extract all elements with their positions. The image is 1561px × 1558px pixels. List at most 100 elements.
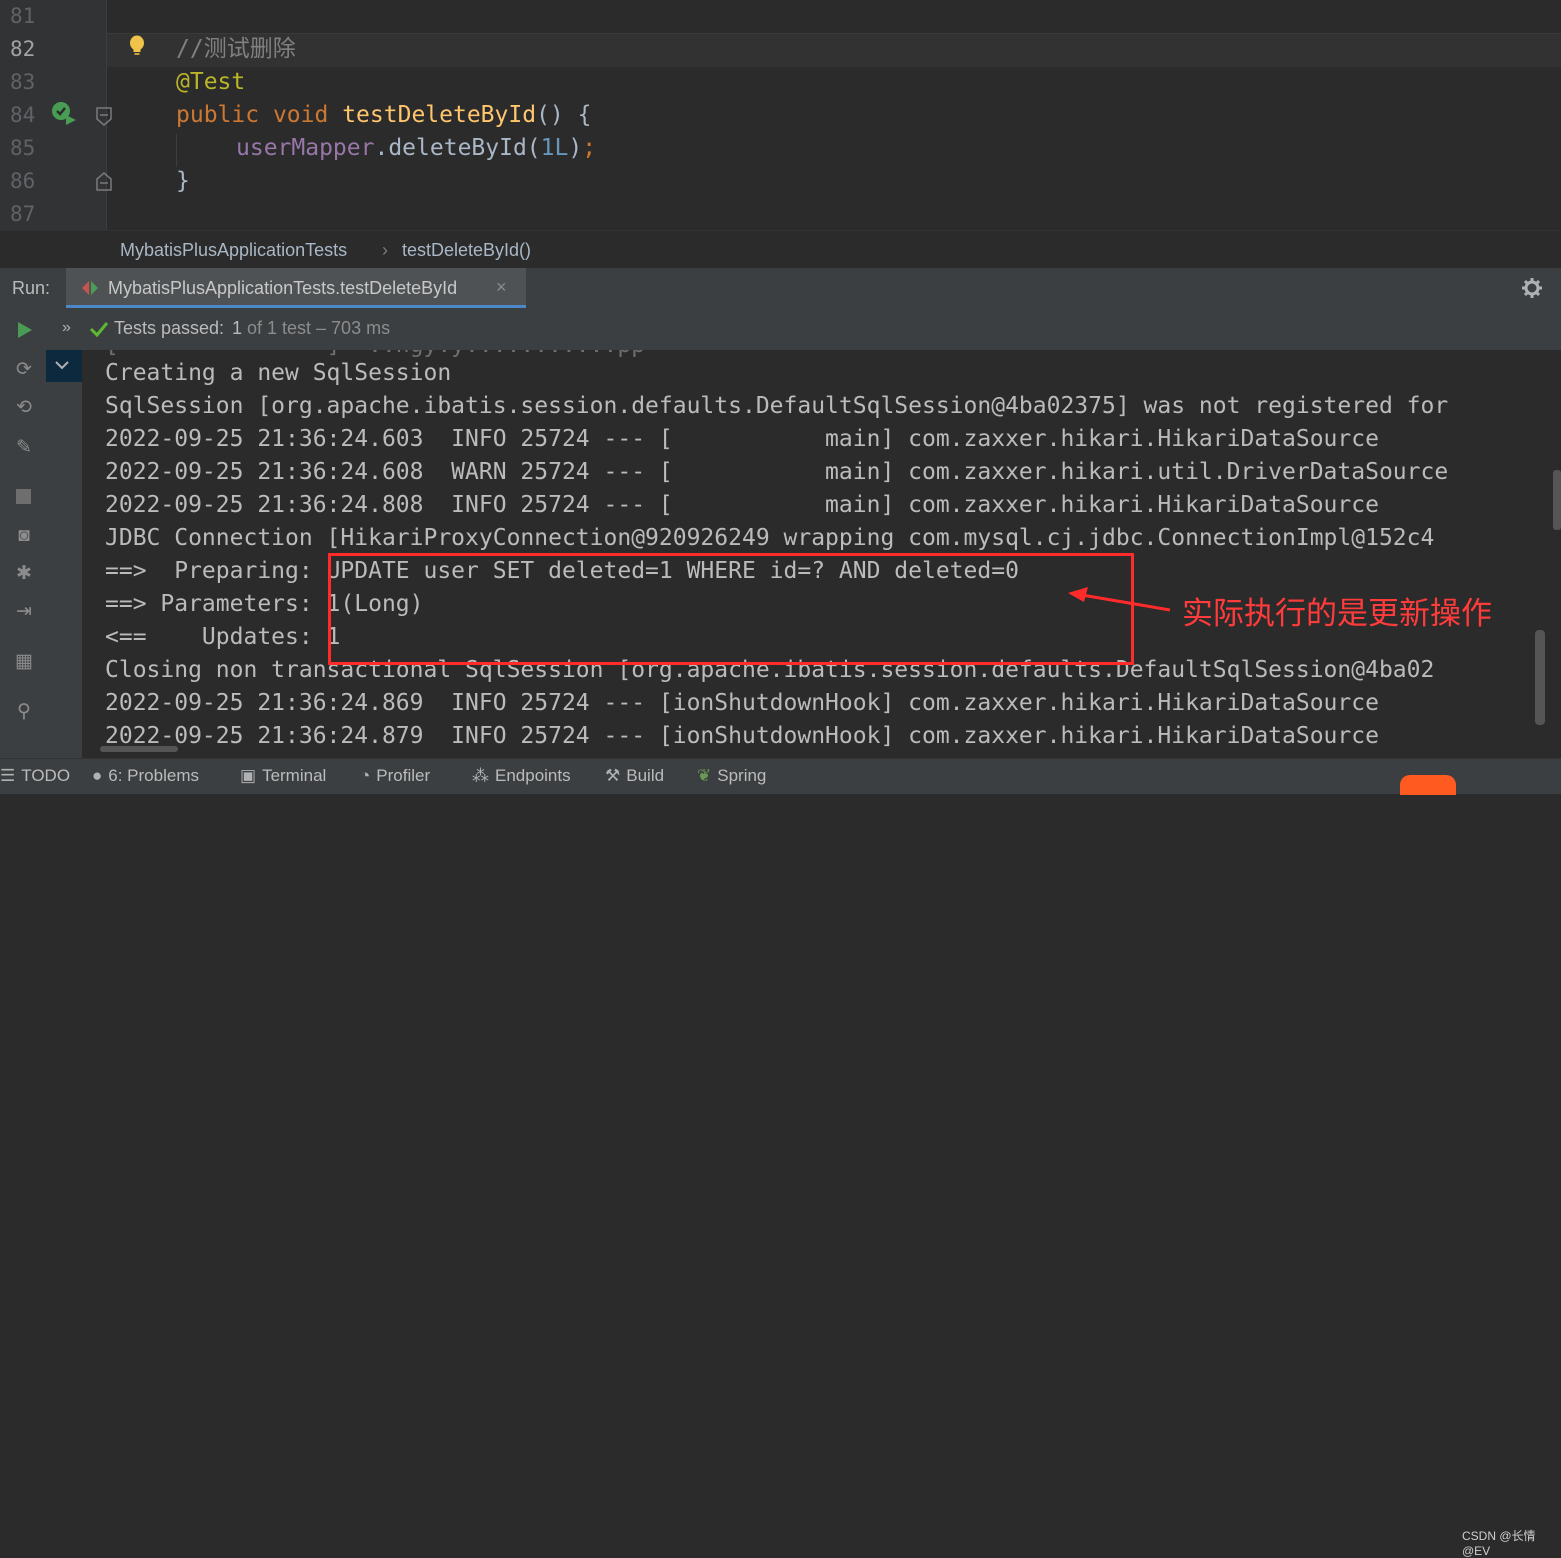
indent-guide bbox=[176, 134, 177, 167]
code-line-82: //测试删除 bbox=[176, 33, 296, 66]
fold-marker-icon[interactable] bbox=[95, 106, 115, 128]
code-annotation: @Test bbox=[176, 69, 246, 95]
run-label: Run: bbox=[12, 278, 51, 298]
run-test-gutter-icon[interactable] bbox=[50, 100, 78, 126]
endpoints-icon: ⁂ bbox=[472, 766, 489, 785]
line-number: 84 bbox=[10, 103, 36, 127]
ime-logo bbox=[1400, 775, 1456, 795]
console-line: Creating a new SqlSession bbox=[105, 360, 452, 386]
pin-icon[interactable]: ⚲ bbox=[12, 700, 36, 724]
run-tool-window-header: Run: MybatisPlusApplicationTests.testDel… bbox=[0, 268, 1561, 309]
line-number: 81 bbox=[10, 4, 36, 28]
tab-label: TODO bbox=[21, 766, 71, 785]
wrench-icon[interactable]: ✎ bbox=[12, 436, 36, 460]
code-line-84: public void testDeleteById() { bbox=[176, 99, 591, 132]
gear-icon[interactable] bbox=[1521, 277, 1543, 299]
tab-todo[interactable]: ☰ TODO bbox=[0, 766, 70, 786]
console-line: 2022-09-25 21:36:24.869 INFO 25724 --- [… bbox=[105, 690, 1379, 716]
warning-circle-icon: ● bbox=[92, 766, 103, 785]
spring-leaf-icon: ❦ bbox=[697, 766, 712, 785]
line-number: 87 bbox=[10, 202, 36, 226]
close-icon[interactable]: × bbox=[496, 277, 507, 298]
chevron-down-icon[interactable] bbox=[54, 359, 70, 371]
tab-problems[interactable]: ● 6: Problems bbox=[92, 766, 199, 786]
code-keyword: void bbox=[272, 102, 329, 128]
code-editor[interactable]: 81 82 83 84 85 86 87 //测试删除 @Test public… bbox=[0, 0, 1561, 230]
console-line: SqlSession [org.apache.ibatis.session.de… bbox=[105, 393, 1449, 419]
rerun-failed-icon[interactable]: ⟳ bbox=[12, 358, 36, 382]
watermark: CSDN @长情@EV bbox=[1462, 1529, 1536, 1558]
code-keyword: public bbox=[176, 102, 260, 128]
current-line-highlight bbox=[107, 33, 1561, 67]
tab-label: Spring bbox=[717, 766, 767, 785]
check-icon bbox=[89, 322, 109, 338]
annotation-note: 实际执行的是更新操作 bbox=[1182, 596, 1492, 632]
code-semicolon: ; bbox=[582, 135, 597, 161]
line-number: 86 bbox=[10, 169, 36, 193]
console-line: <== Updates: 1 bbox=[105, 624, 341, 650]
highlight-box bbox=[328, 553, 1134, 665]
terminal-icon: ▣ bbox=[240, 766, 257, 785]
code-text: ) bbox=[568, 135, 583, 161]
console-line: JDBC Connection [HikariProxyConnection@9… bbox=[105, 525, 1435, 551]
hammer-icon: ⚒ bbox=[605, 766, 621, 785]
stop-icon[interactable] bbox=[16, 489, 31, 504]
tab-label: Profiler bbox=[376, 766, 431, 785]
tab-endpoints[interactable]: ⁂ Endpoints bbox=[472, 766, 571, 786]
tab-spring[interactable]: ❦ Spring bbox=[697, 766, 766, 786]
console-horizontal-scrollbar[interactable] bbox=[100, 746, 178, 752]
line-number: 85 bbox=[10, 136, 36, 160]
tab-label: Build bbox=[626, 766, 665, 785]
tab-label: Terminal bbox=[262, 766, 327, 785]
run-tab-title: MybatisPlusApplicationTests.testDeleteBy… bbox=[108, 278, 458, 298]
console-right-scroll-thumb[interactable] bbox=[1553, 470, 1561, 530]
import-tests-icon[interactable]: ✱ bbox=[12, 562, 36, 586]
breadcrumb-class[interactable]: MybatisPlusApplicationTests bbox=[120, 240, 347, 261]
run-tab[interactable]: MybatisPlusApplicationTests.testDeleteBy… bbox=[66, 268, 526, 308]
test-config-icon bbox=[82, 281, 98, 295]
code-method-name: testDeleteById bbox=[342, 102, 537, 128]
tests-passed-label: Tests passed: bbox=[114, 318, 225, 338]
code-field: userMapper bbox=[236, 135, 375, 161]
code-line-83: @Test bbox=[176, 66, 245, 99]
tests-passed-detail: of 1 test – 703 ms bbox=[247, 318, 391, 338]
code-line-85: userMapper.deleteById(1L); bbox=[236, 132, 596, 165]
tab-label: 6: Problems bbox=[108, 766, 199, 785]
rerun-icon[interactable] bbox=[15, 320, 35, 340]
console-vertical-scrollbar[interactable] bbox=[1535, 630, 1545, 725]
run-toolbar: ⟳ ⟲ ✎ ◙ ✱ ⇥ ▦ ⚲ bbox=[0, 308, 47, 758]
code-text: } bbox=[176, 168, 190, 194]
editor-gutter: 81 82 83 84 85 86 87 bbox=[0, 0, 112, 230]
fold-end-marker-icon[interactable] bbox=[95, 170, 115, 192]
expand-chevrons-icon[interactable]: » bbox=[62, 319, 71, 337]
bottom-tool-window-bar: ☰ TODO ● 6: Problems ▣ Terminal ◔ Profiler ⁂… bbox=[0, 758, 1561, 1558]
toggle-auto-test-icon[interactable]: ⟲ bbox=[12, 396, 36, 420]
profiler-icon: ◔ bbox=[360, 766, 371, 785]
console-line: 2022-09-25 21:36:24.879 INFO 25724 --- [… bbox=[105, 723, 1379, 749]
line-number: 82 bbox=[10, 37, 36, 61]
tab-build[interactable]: ⚒ Build bbox=[605, 766, 664, 786]
tests-passed-count: 1 bbox=[232, 318, 243, 338]
tab-terminal[interactable]: ▣ Terminal bbox=[240, 766, 326, 786]
code-text: () { bbox=[536, 102, 592, 128]
code-text: .deleteById( bbox=[374, 135, 541, 161]
layout-icon[interactable]: ▦ bbox=[12, 650, 36, 674]
lightbulb-icon[interactable] bbox=[128, 34, 148, 60]
line-number: 83 bbox=[10, 70, 36, 94]
breadcrumb: MybatisPlusApplicationTests › testDelete… bbox=[0, 230, 1561, 269]
test-tree-panel[interactable] bbox=[46, 350, 83, 758]
tab-profiler[interactable]: ◔ Profiler bbox=[360, 766, 430, 786]
code-number: 1L bbox=[540, 135, 569, 161]
console-line: 2022-09-25 21:36:24.603 INFO 25724 --- [… bbox=[105, 426, 1379, 452]
chevron-right-icon: › bbox=[382, 240, 388, 260]
code-comment: //测试删除 bbox=[176, 36, 296, 62]
code-line-86: } bbox=[176, 165, 190, 198]
tab-label: Endpoints bbox=[495, 766, 571, 785]
list-icon: ☰ bbox=[0, 766, 16, 785]
breadcrumb-method[interactable]: testDeleteById() bbox=[402, 240, 531, 261]
annotation-arrow bbox=[1068, 587, 1171, 612]
export-icon[interactable]: ⇥ bbox=[12, 600, 36, 624]
camera-icon[interactable]: ◙ bbox=[12, 524, 36, 548]
tree-row-selected[interactable] bbox=[46, 350, 82, 382]
console-line: 2022-09-25 21:36:24.608 WARN 25724 --- [… bbox=[105, 459, 1449, 485]
